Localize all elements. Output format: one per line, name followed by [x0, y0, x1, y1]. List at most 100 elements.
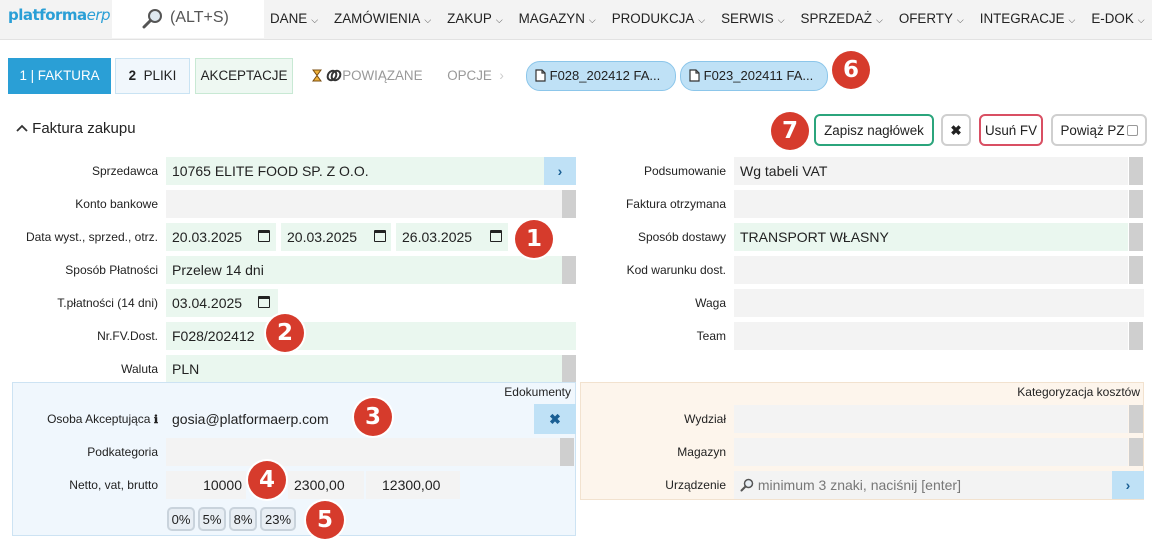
supplier-invoice-number-input[interactable]: F028/202412 [166, 322, 576, 350]
link-pz-checkbox[interactable] [1126, 125, 1138, 136]
chevron-down-icon: ⌵ [698, 15, 706, 25]
field-label: Osoba Akceptująca ℹ [47, 412, 158, 426]
pdf-icon [689, 69, 700, 82]
logo-main: platforma [8, 6, 87, 24]
file-chip-f023[interactable]: F023_202411 FA... [680, 61, 828, 91]
info-icon[interactable]: ℹ [154, 414, 158, 426]
delivery-terms-field[interactable] [734, 256, 1128, 284]
menu-integracje[interactable]: INTEGRACJE ⌵ [972, 0, 1084, 38]
invoice-received-dropdown[interactable] [1129, 190, 1143, 218]
payment-method-select[interactable]: Przelew 14 dni [166, 256, 562, 284]
menu-magazyn[interactable]: MAGAZYN ⌵ [511, 0, 604, 38]
delivery-method-dropdown[interactable] [1129, 223, 1143, 251]
payment-method-dropdown[interactable] [562, 256, 576, 284]
net-amount-input[interactable]: 10000 [166, 471, 246, 499]
menu-zakup[interactable]: ZAKUP ⌵ [439, 0, 510, 38]
field-label: Waga [695, 296, 726, 310]
delivery-terms-dropdown[interactable] [1129, 256, 1143, 284]
save-header-button[interactable]: Zapisz nagłówek [814, 114, 934, 146]
field-label: Konto bankowe [75, 197, 158, 211]
tab-powiazane[interactable]: POWIĄZANE [305, 58, 430, 94]
annotation-badge: 6 [832, 51, 870, 89]
warehouse-dropdown[interactable] [1129, 438, 1143, 466]
top-nav: platformaerp (ALT+S) DANE ⌵ ZAMÓWIENIA ⌵ Z… [0, 0, 1152, 40]
chevron-down-icon: ⌵ [311, 15, 319, 25]
currency-dropdown[interactable] [562, 355, 576, 383]
file-chip-f028[interactable]: F028_202412 FA... [526, 61, 676, 91]
field-label: Sposób Płatności [65, 263, 158, 277]
global-search[interactable]: (ALT+S) [112, 0, 264, 38]
close-icon: ✖ [950, 123, 962, 138]
tab-pliki[interactable]: 2 PLIKI [115, 58, 190, 94]
seller-field[interactable]: 10765 ELITE FOOD SP. Z O.O. [166, 157, 544, 185]
summary-dropdown[interactable] [1129, 157, 1143, 185]
approver-field[interactable]: gosia@platformaerp.com [166, 405, 526, 433]
department-dropdown[interactable] [1129, 405, 1143, 433]
tab-pliki-label: PLIKI [143, 68, 177, 83]
tab-akceptacje[interactable]: AKCEPTACJE [195, 58, 293, 94]
summary-select[interactable]: Wg tabeli VAT [734, 157, 1128, 185]
annotation-badge: 2 [266, 314, 304, 352]
menu-oferty[interactable]: OFERTY ⌵ [891, 0, 972, 38]
calendar-icon[interactable] [258, 296, 270, 308]
delete-invoice-button[interactable]: Usuń FV [979, 114, 1043, 146]
vat-rate-23-button[interactable]: 23% [260, 507, 296, 531]
field-label: Waluta [121, 362, 158, 376]
menu-sprzedaz[interactable]: SPRZEDAŻ ⌵ [793, 0, 891, 38]
menu-label: SPRZEDAŻ [800, 11, 872, 26]
tab-faktura[interactable]: 1 | FAKTURA [8, 58, 111, 94]
menu-e-dok[interactable]: E-DOK ⌵ [1083, 0, 1152, 38]
team-dropdown[interactable] [1129, 322, 1143, 350]
search-shortcut-label: (ALT+S) [170, 9, 229, 26]
field-label: Nr.FV.Dost. [97, 329, 158, 343]
device-open-button[interactable]: › [1112, 471, 1144, 499]
menu-dane[interactable]: DANE ⌵ [262, 0, 326, 38]
close-button[interactable]: ✖ [941, 114, 971, 146]
currency-select[interactable]: PLN [166, 355, 562, 383]
weight-input[interactable] [734, 289, 1144, 317]
team-field[interactable] [734, 322, 1128, 350]
department-field[interactable] [734, 405, 1128, 433]
link-pz-button[interactable]: Powiąż PZ [1051, 114, 1147, 146]
gross-amount-input[interactable]: 12300,00 [366, 471, 460, 499]
tab-opcje[interactable]: OPCJE › [443, 58, 508, 94]
bank-account-dropdown[interactable] [562, 190, 576, 218]
annotation-badge: 3 [354, 398, 392, 436]
calendar-icon[interactable] [490, 230, 502, 242]
menu-label: DANE [270, 11, 308, 26]
delivery-method-select[interactable]: TRANSPORT WŁASNY [734, 223, 1128, 251]
chevron-down-icon: ⌵ [777, 15, 785, 25]
field-label: Netto, vat, brutto [69, 478, 158, 492]
menu-serwis[interactable]: SERWIS ⌵ [713, 0, 792, 38]
calendar-icon[interactable] [374, 230, 386, 242]
subcategory-field[interactable] [166, 438, 560, 466]
chevron-down-icon: ⌵ [956, 15, 964, 25]
file-chip-label: F028_202412 FA... [549, 68, 661, 83]
clear-approver-button[interactable]: ✖ [534, 404, 576, 434]
vat-amount-input[interactable]: 2300,00 [288, 471, 364, 499]
device-search-input[interactable]: minimum 3 znaki, naciśnij [enter] [734, 471, 1112, 499]
menu-zamowienia[interactable]: ZAMÓWIENIA ⌵ [326, 0, 439, 38]
tab-pliki-number: 2 [128, 68, 137, 83]
subcategory-dropdown[interactable] [560, 438, 574, 466]
bank-account-field[interactable] [166, 190, 562, 218]
calendar-icon[interactable] [258, 230, 270, 242]
menu-label: SERWIS [721, 11, 774, 26]
vat-rate-5-button[interactable]: 5% [198, 507, 226, 531]
vat-rate-8-button[interactable]: 8% [229, 507, 257, 531]
menu-label: PRODUKCJA [611, 11, 695, 26]
approver-label: Osoba Akceptująca [47, 412, 151, 426]
chevron-down-icon: ⌵ [424, 15, 432, 25]
menu-label: E-DOK [1091, 11, 1134, 26]
logo[interactable]: platformaerp [8, 6, 111, 24]
pdf-icon [535, 69, 546, 82]
menu-produkcja[interactable]: PRODUKCJA ⌵ [604, 0, 713, 38]
seller-open-button[interactable]: › [544, 157, 576, 185]
warehouse-field[interactable] [734, 438, 1128, 466]
section-title: Faktura zakupu [32, 120, 136, 137]
search-icon [142, 9, 162, 29]
vat-rate-0-button[interactable]: 0% [167, 507, 195, 531]
invoice-received-field[interactable] [734, 190, 1128, 218]
section-toggle[interactable]: Faktura zakupu [16, 120, 136, 137]
annotation-badge: 4 [248, 461, 286, 499]
